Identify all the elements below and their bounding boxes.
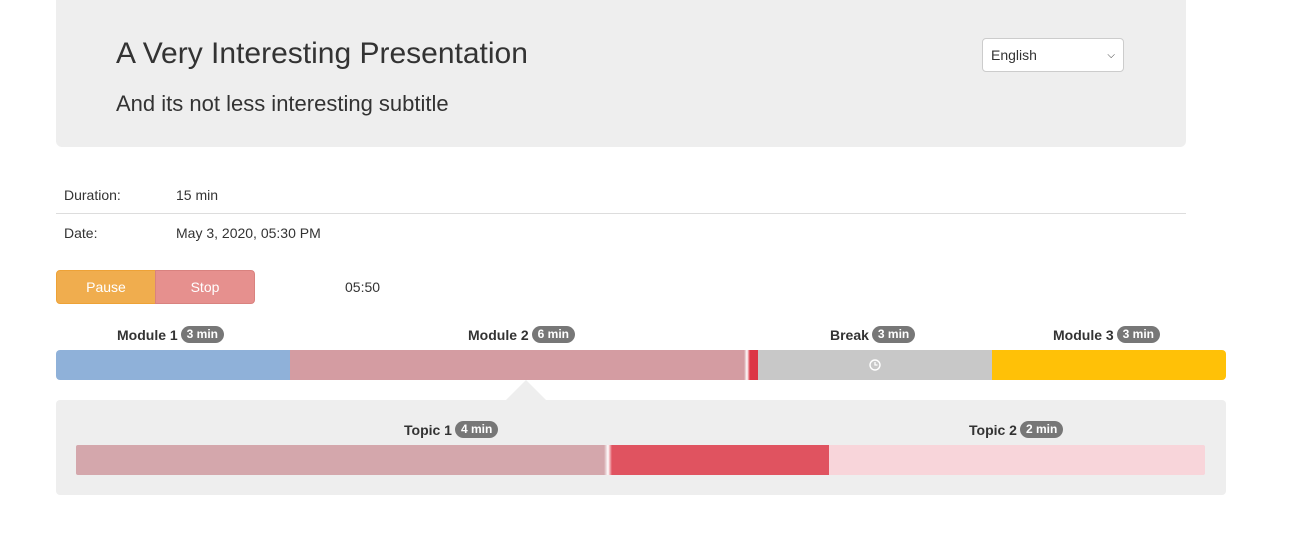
stop-button[interactable]: Stop [155,270,255,304]
module-3-label: Module 3 3 min [1053,326,1161,343]
break-name: Break [830,326,869,343]
module-2-name: Module 2 [468,326,529,343]
page-title: A Very Interesting Presentation [116,37,528,70]
module-1-duration-badge: 3 min [180,326,225,343]
duration-label: Duration: [64,187,121,203]
topic-progress-bar [76,445,1205,475]
topic-2-segment[interactable] [829,445,1205,475]
module-2-duration-badge: 6 min [531,326,576,343]
clock-icon [869,359,881,371]
module-3-duration-badge: 3 min [1116,326,1161,343]
module-3-segment[interactable] [992,350,1226,380]
page-subtitle: And its not less interesting subtitle [116,91,449,116]
pause-button[interactable]: Pause [56,270,156,304]
module-1-label: Module 1 3 min [117,326,225,343]
topic-2-duration-badge: 2 min [1019,421,1064,438]
topic-1-duration-badge: 4 min [454,421,499,438]
detail-panel-pointer [506,380,546,400]
language-select-value: English [991,47,1037,63]
topic-2-name: Topic 2 [969,421,1017,438]
module-2-label: Module 2 6 min [468,326,576,343]
presentation-info-table: Duration: 15 min Date: May 3, 2020, 05:3… [56,176,1186,251]
topic-1-label: Topic 1 4 min [404,421,499,438]
module-3-name: Module 3 [1053,326,1114,343]
module-progress-bar [56,350,1226,380]
module-1-name: Module 1 [117,326,178,343]
date-row: Date: May 3, 2020, 05:30 PM [56,214,1186,251]
module-2-segment[interactable] [290,350,758,380]
duration-value: 15 min [176,187,219,203]
chevron-down-icon: ⌵ [1107,49,1115,61]
module-1-segment[interactable] [56,350,290,380]
topic-2-label: Topic 2 2 min [969,421,1064,438]
presentation-header: A Very Interesting Presentation And its … [56,0,1186,147]
duration-row: Duration: 15 min [56,176,1186,214]
topic-1-segment[interactable] [76,445,829,475]
timer-display: 05:50 [345,279,381,295]
break-label: Break 3 min [830,326,916,343]
break-segment[interactable] [758,350,992,380]
break-duration-badge: 3 min [871,326,916,343]
topic-1-name: Topic 1 [404,421,452,438]
date-label: Date: [64,225,98,241]
language-select[interactable]: English ⌵ [982,38,1124,72]
date-value: May 3, 2020, 05:30 PM [176,225,321,241]
